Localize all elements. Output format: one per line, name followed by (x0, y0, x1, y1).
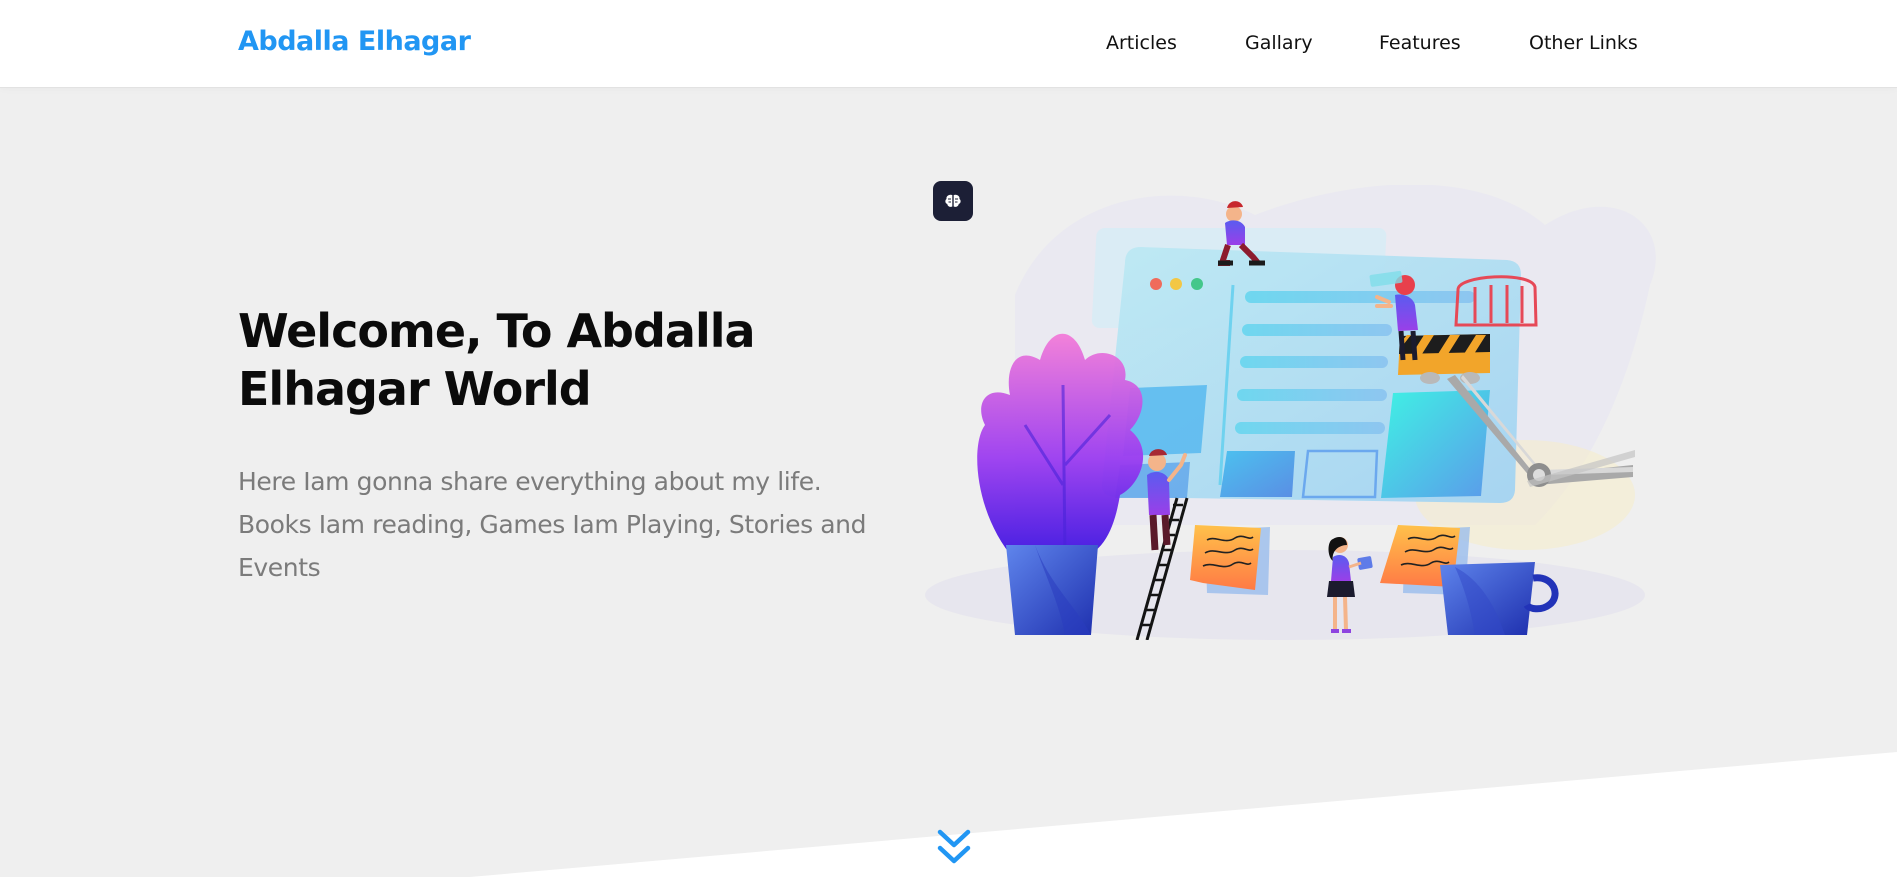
hero-illustration (925, 185, 1656, 640)
hero-text: Here Iam gonna share everything about my… (238, 467, 867, 582)
header: Abdalla Elhagar Articles Gallary Feature… (0, 0, 1897, 88)
hero-title: Welcome, To Abdalla Elhagar World (238, 304, 756, 416)
nav-link-other-links[interactable]: Other Links (1529, 32, 1638, 54)
chevron-double-down-icon[interactable] (937, 828, 971, 868)
main-nav: Articles Gallary Features Other Links (0, 32, 1897, 56)
nav-link-gallary[interactable]: Gallary (1245, 32, 1313, 54)
nav-link-features[interactable]: Features (1379, 32, 1461, 54)
nav-link-articles[interactable]: Articles (1106, 32, 1177, 54)
